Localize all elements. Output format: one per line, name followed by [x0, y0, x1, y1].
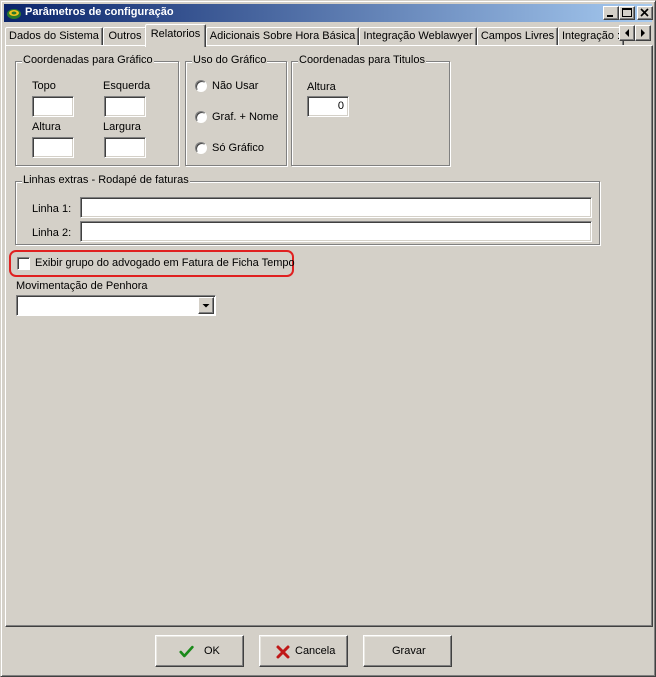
altura-label: Altura [32, 121, 61, 133]
close-button[interactable] [637, 6, 653, 20]
cancela-label: Cancela [295, 645, 336, 657]
linha1-label: Linha 1: [32, 203, 72, 215]
button-bar: OK Cancela Gravar [5, 628, 653, 674]
close-icon [640, 8, 649, 17]
title-bar[interactable]: Parâmetros de configuração [4, 4, 653, 22]
tab-relatorios[interactable]: Relatorios [145, 24, 206, 47]
app-logo-icon [6, 5, 22, 21]
tab-label: Relatorios [150, 28, 201, 40]
largura-label: Largura [103, 121, 141, 133]
cancela-button[interactable]: Cancela [259, 635, 348, 667]
topo-label: Topo [32, 80, 56, 92]
movimentacao-dropdown-button[interactable] [198, 297, 214, 314]
group-coordenadas-grafico: Coordenadas para Gráfico Topo Esquerda A… [15, 54, 179, 166]
group-legend: Coordenadas para Gráfico [22, 54, 154, 66]
largura-input[interactable] [104, 137, 146, 158]
tab-label: Campos Livres [480, 30, 555, 42]
minimize-button[interactable] [603, 6, 619, 20]
gravar-button[interactable]: Gravar [363, 635, 452, 667]
gravar-label: Gravar [392, 645, 426, 657]
ok-button[interactable]: OK [155, 635, 244, 667]
tab-label: Outros [108, 30, 142, 42]
tab-label: Adicionais Sobre Hora Básica [209, 30, 356, 42]
group-legend: Uso do Gráfico [192, 54, 268, 66]
tab-label: Integração Weblawyer [363, 30, 473, 42]
topo-input[interactable] [32, 96, 74, 117]
tab-outros[interactable]: Outros [103, 27, 147, 46]
tab-scroll-right-button[interactable] [635, 25, 651, 41]
tab-label: Integração : [561, 30, 621, 42]
movimentacao-select[interactable] [16, 295, 216, 316]
esquerda-input[interactable] [104, 96, 146, 117]
linha1-input[interactable] [80, 197, 592, 218]
window-title: Parâmetros de configuração [25, 6, 174, 18]
minimize-icon [607, 15, 613, 17]
tab-campos-livres[interactable]: Campos Livres [477, 27, 558, 46]
tab-scroll-left-button[interactable] [619, 25, 635, 41]
tab-label: Dados do Sistema [9, 30, 99, 42]
group-linhas-extras: Linhas extras - Rodapé de faturas Linha … [15, 174, 600, 245]
tab-integracao-weblawyer[interactable]: Integração Weblawyer [359, 27, 477, 46]
radio-graf-nome[interactable] [195, 111, 207, 123]
tab-dados-do-sistema[interactable]: Dados do Sistema [5, 27, 103, 46]
arrow-left-icon [625, 29, 629, 37]
group-legend: Coordenadas para Titulos [298, 54, 426, 66]
radio-label-graf-nome[interactable]: Graf. + Nome [212, 111, 278, 123]
tab-page-relatorios: Coordenadas para Gráfico Topo Esquerda A… [5, 45, 653, 627]
maximize-button[interactable] [619, 6, 635, 20]
exibir-grupo-label[interactable]: Exibir grupo do advogado em Fatura de Fi… [35, 257, 295, 269]
titulos-altura-input[interactable]: 0 [307, 96, 349, 117]
movimentacao-label: Movimentação de Penhora [16, 280, 148, 292]
linha2-input[interactable] [80, 221, 592, 242]
radio-label-so-grafico[interactable]: Só Gráfico [212, 142, 264, 154]
radio-nao-usar[interactable] [195, 80, 207, 92]
esquerda-label: Esquerda [103, 80, 151, 92]
tab-adicionais[interactable]: Adicionais Sobre Hora Básica [206, 27, 359, 46]
altura-input[interactable] [32, 137, 74, 158]
maximize-icon [622, 8, 632, 17]
radio-so-grafico[interactable] [195, 142, 207, 154]
ok-label: OK [204, 645, 220, 657]
cancel-x-icon [276, 645, 290, 659]
tab-strip: Dados do Sistema Outros Relatorios Adici… [5, 24, 653, 47]
group-coordenadas-titulos: Coordenadas para Titulos Altura 0 [291, 54, 450, 166]
group-uso-grafico: Uso do Gráfico Não Usar Graf. + Nome Só … [185, 54, 287, 166]
titulos-altura-label: Altura [307, 81, 336, 93]
radio-label-nao-usar[interactable]: Não Usar [212, 80, 258, 92]
arrow-right-icon [641, 29, 645, 37]
checkmark-icon [179, 645, 194, 658]
config-window: Parâmetros de configuração Dados do Sist… [0, 0, 656, 677]
linha2-label: Linha 2: [32, 227, 72, 239]
chevron-down-icon [202, 304, 210, 308]
tab-integracao-2[interactable]: Integração : [558, 27, 624, 46]
exibir-grupo-checkbox[interactable] [17, 257, 30, 270]
group-legend: Linhas extras - Rodapé de faturas [22, 174, 190, 186]
